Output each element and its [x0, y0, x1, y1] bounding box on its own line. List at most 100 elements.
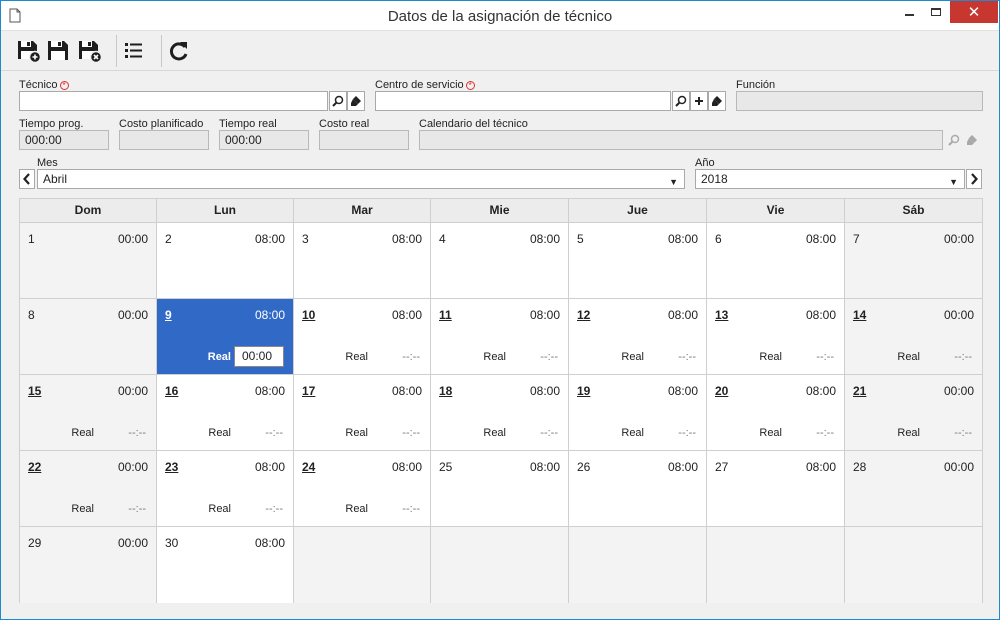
calendar-day-cell[interactable]: 24 08:00 Real --:-- — [294, 451, 431, 526]
day-number[interactable]: 10 — [302, 308, 315, 322]
calendar-day-cell[interactable]: 12 08:00 Real --:-- — [569, 299, 707, 374]
real-hours-value: --:-- — [128, 427, 146, 439]
calendar-day-cell[interactable]: 1 00:00 — [20, 223, 157, 298]
day-number[interactable]: 12 — [577, 308, 590, 322]
search-icon — [948, 134, 960, 146]
day-number[interactable]: 24 — [302, 460, 315, 474]
day-number[interactable]: 15 — [28, 384, 41, 398]
calendar-day-cell[interactable]: 13 08:00 Real --:-- — [707, 299, 845, 374]
calendar-day-cell[interactable]: 21 00:00 Real --:-- — [845, 375, 982, 450]
planned-hours: 08:00 — [391, 460, 422, 474]
real-hours-value: --:-- — [678, 351, 696, 363]
calendar-day-cell[interactable]: 7 00:00 — [845, 223, 982, 298]
planned-hours: 08:00 — [805, 460, 836, 474]
mes-select[interactable]: Abril ▼ — [37, 169, 685, 189]
day-number: 28 — [853, 460, 867, 474]
refresh-icon — [170, 42, 188, 61]
weekday-header: Vie — [707, 199, 845, 222]
maximize-button[interactable] — [921, 1, 951, 23]
calendario-search-button[interactable] — [945, 130, 963, 150]
calendar-day-cell[interactable]: 18 08:00 Real --:-- — [431, 375, 569, 450]
eraser-icon — [967, 135, 977, 145]
planned-hours: 00:00 — [117, 384, 148, 398]
tecnico-field[interactable] — [19, 91, 328, 111]
centro-field[interactable] — [375, 91, 671, 111]
list-button[interactable] — [122, 38, 148, 64]
day-number[interactable]: 19 — [577, 384, 590, 398]
calendar-day-cell[interactable]: 11 08:00 Real --:-- — [431, 299, 569, 374]
day-number[interactable]: 16 — [165, 384, 178, 398]
calendar-day-cell[interactable]: 23 08:00 Real --:-- — [157, 451, 294, 526]
calendar-empty-cell — [707, 527, 845, 603]
calendar-day-cell[interactable]: 3 08:00 — [294, 223, 431, 298]
eraser-icon — [351, 96, 361, 106]
planned-hours: 00:00 — [943, 232, 974, 246]
planned-hours: 08:00 — [254, 536, 285, 550]
calendar-day-cell[interactable]: 17 08:00 Real --:-- — [294, 375, 431, 450]
title-bar: Datos de la asignación de técnico ✕ — [1, 1, 999, 31]
calendar-day-cell[interactable]: 28 00:00 — [845, 451, 982, 526]
centro-label: Centro de servicio * — [375, 79, 475, 91]
day-number[interactable]: 11 — [439, 308, 452, 322]
centro-search-button[interactable] — [672, 91, 690, 111]
calendar-day-cell[interactable]: 26 08:00 — [569, 451, 707, 526]
day-number: 4 — [439, 232, 446, 246]
real-label: Real — [345, 503, 368, 515]
calendar-day-cell[interactable]: 2 08:00 — [157, 223, 294, 298]
calendar-day-cell[interactable]: 29 00:00 — [20, 527, 157, 603]
calendar-day-cell[interactable]: 20 08:00 Real --:-- — [707, 375, 845, 450]
tecnico-clear-button[interactable] — [347, 91, 365, 111]
prev-month-button[interactable] — [19, 169, 35, 189]
day-number[interactable]: 22 — [28, 460, 41, 474]
tecnico-label: Técnico * — [19, 79, 69, 91]
save-button[interactable] — [46, 38, 72, 64]
centro-clear-button[interactable] — [708, 91, 726, 111]
day-number[interactable]: 21 — [853, 384, 866, 398]
calendar-day-cell[interactable]: 4 08:00 — [431, 223, 569, 298]
calendar-week-row: 1 00:00 2 08:00 3 08:00 4 08:00 5 08:00 6 08:00 7 00:… — [20, 223, 982, 299]
centro-add-button[interactable] — [690, 91, 708, 111]
weekday-header: Sáb — [902, 203, 925, 217]
real-hours-input[interactable]: 00:00 — [234, 346, 284, 367]
day-number[interactable]: 20 — [715, 384, 728, 398]
save-close-button[interactable] — [77, 38, 103, 64]
real-hours-value: --:-- — [816, 351, 834, 363]
calendar-day-cell[interactable]: 19 08:00 Real --:-- — [569, 375, 707, 450]
save-plus-icon — [18, 41, 42, 64]
calendar-day-cell[interactable]: 15 00:00 Real --:-- — [20, 375, 157, 450]
calendar-day-cell[interactable]: 16 08:00 Real --:-- — [157, 375, 294, 450]
calendar-day-cell[interactable]: 30 08:00 — [157, 527, 294, 603]
calendario-clear-button[interactable] — [963, 130, 981, 150]
save-new-button[interactable] — [16, 38, 42, 64]
calendar-day-cell[interactable]: 6 08:00 — [707, 223, 845, 298]
calendar-day-cell[interactable]: 27 08:00 — [707, 451, 845, 526]
calendar-day-cell[interactable]: 8 00:00 — [20, 299, 157, 374]
day-number: 25 — [439, 460, 453, 474]
day-number[interactable]: 14 — [853, 308, 866, 322]
funcion-label: Función — [736, 79, 776, 91]
calendar-day-cell[interactable]: 25 08:00 — [431, 451, 569, 526]
real-label: Real — [71, 503, 94, 515]
next-year-button[interactable] — [966, 169, 982, 189]
planned-hours: 08:00 — [529, 384, 560, 398]
day-number[interactable]: 9 — [165, 308, 172, 322]
calendar-day-cell[interactable]: 10 08:00 Real --:-- — [294, 299, 431, 374]
calendar-day-cell[interactable]: 14 00:00 Real --:-- — [845, 299, 982, 374]
weekday-header: Mar — [294, 199, 431, 222]
real-hours-value: --:-- — [954, 351, 972, 363]
refresh-button[interactable] — [166, 38, 192, 64]
calendar-day-cell[interactable]: 5 08:00 — [569, 223, 707, 298]
close-button[interactable]: ✕ — [950, 1, 998, 23]
day-number[interactable]: 13 — [715, 308, 728, 322]
minimize-button[interactable] — [894, 1, 924, 23]
calendar-day-cell[interactable]: 9 08:00 Real 00:00 — [157, 299, 294, 374]
day-number: 27 — [715, 460, 729, 474]
day-number[interactable]: 18 — [439, 384, 452, 398]
anio-select[interactable]: 2018 ▼ — [695, 169, 965, 189]
calendar-day-cell[interactable]: 22 00:00 Real --:-- — [20, 451, 157, 526]
real-hours-value: --:-- — [540, 351, 558, 363]
day-number[interactable]: 23 — [165, 460, 178, 474]
day-number[interactable]: 17 — [302, 384, 315, 398]
chevron-down-icon: ▼ — [669, 177, 678, 187]
tecnico-search-button[interactable] — [329, 91, 347, 111]
